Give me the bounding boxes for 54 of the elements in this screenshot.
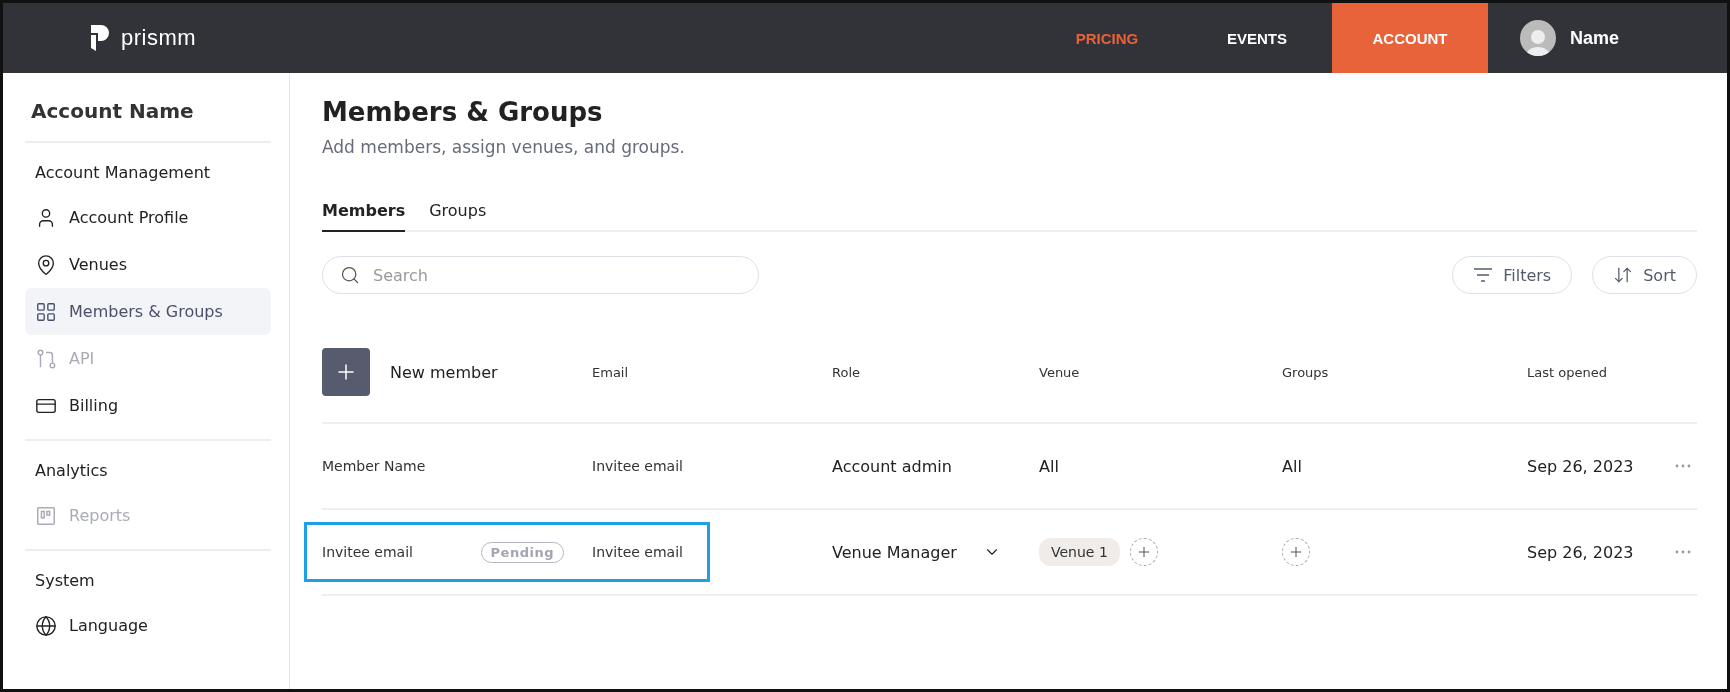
- account-title: Account Name: [25, 91, 271, 143]
- column-header: Venue: [1039, 364, 1081, 380]
- add-button[interactable]: [1282, 538, 1310, 566]
- page-title: Members & Groups: [322, 97, 604, 127]
- section-heading: Analytics: [34, 460, 109, 482]
- logo-icon: [89, 23, 111, 53]
- role-dropdown[interactable]: Venue Manager: [832, 542, 1001, 562]
- email-text: Invitee email: [592, 458, 683, 474]
- map-pin-icon: [35, 253, 57, 276]
- sidebar-item[interactable]: Language: [25, 602, 271, 649]
- logo-text: prismm: [121, 25, 197, 51]
- user-name[interactable]: Name: [1570, 27, 1620, 49]
- more-button[interactable]: [1675, 550, 1691, 554]
- filters-button[interactable]: Filters: [1452, 256, 1573, 294]
- member-name: Member Name: [322, 458, 426, 474]
- nav-link[interactable]: PRICING: [1032, 3, 1182, 73]
- more-icon: [1675, 550, 1691, 554]
- date-cell-text: Sep 26, 2023: [1527, 456, 1635, 476]
- add-button[interactable]: [1129, 538, 1158, 566]
- column-header: Last opened: [1527, 364, 1608, 380]
- branch-icon: [35, 347, 57, 370]
- new-member-button[interactable]: New member: [322, 348, 592, 396]
- email-text: Invitee email: [592, 544, 683, 560]
- sort-button[interactable]: Sort: [1592, 256, 1697, 294]
- section-heading: System: [34, 570, 96, 592]
- column-header: Role: [832, 364, 861, 380]
- member-name: Invitee email: [322, 544, 413, 560]
- column-header: Email: [592, 364, 630, 380]
- table-cell-text: All: [1282, 456, 1303, 476]
- grid-icon: [35, 300, 57, 323]
- more-button[interactable]: [1675, 464, 1691, 468]
- sidebar-item[interactable]: Members & Groups: [25, 288, 271, 335]
- tab[interactable]: Groups: [429, 201, 487, 232]
- column-header: Groups: [1282, 364, 1330, 380]
- sidebar-item[interactable]: Account Profile: [25, 194, 271, 241]
- avatar-icon[interactable]: [1520, 20, 1556, 56]
- date-cell-text: Sep 26, 2023: [1527, 542, 1635, 562]
- table-cell-text: All: [1039, 456, 1060, 476]
- sort-icon: [1613, 265, 1634, 285]
- sidebar-item[interactable]: Billing: [25, 382, 271, 429]
- board-icon: [35, 504, 57, 527]
- section-heading: Account Management: [34, 162, 212, 184]
- more-icon: [1675, 464, 1691, 468]
- sidebar-item[interactable]: Venues: [25, 241, 271, 288]
- search-field[interactable]: Search: [322, 256, 759, 294]
- page-subtitle: Add members, assign venues, and groups.: [322, 137, 686, 157]
- filter-icon: [1473, 268, 1494, 282]
- venue-chip[interactable]: Venue 1: [1039, 538, 1120, 566]
- plus-icon: [1288, 544, 1304, 560]
- globe-icon: [35, 614, 57, 637]
- role-text: Account admin: [832, 456, 952, 476]
- tab[interactable]: Members: [322, 201, 406, 232]
- search-icon: [340, 265, 360, 285]
- nav-link[interactable]: EVENTS: [1182, 3, 1332, 73]
